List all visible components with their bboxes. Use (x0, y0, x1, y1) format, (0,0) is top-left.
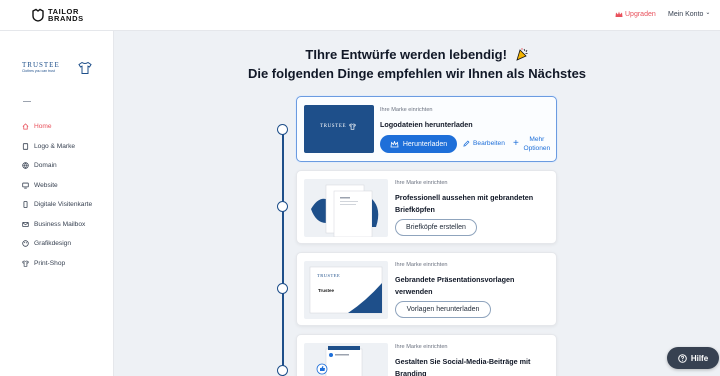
social-preview-graphic (316, 346, 363, 376)
task-card-letterheads: Ihre Marke einrichten Professionell auss… (296, 170, 557, 244)
timeline-step-2 (277, 201, 288, 212)
crown-icon (615, 11, 623, 17)
presentation-preview-graphic (309, 266, 383, 314)
more-options-label: Mehr Optionen (523, 136, 551, 152)
presentation-thumbnail: TRUSTEE Trustee (304, 261, 388, 319)
crown-icon (390, 140, 399, 147)
upgrade-link[interactable]: Upgraden (615, 11, 656, 18)
card-eyebrow: Ihre Marke einrichten (395, 344, 448, 350)
letterhead-preview-graphic (311, 184, 379, 237)
timeline-step-4 (277, 365, 288, 376)
brand-logo[interactable]: TRUSTEE Clothes you can trust (22, 61, 94, 77)
help-label: Hilfe (690, 353, 709, 363)
party-popper-icon (515, 48, 528, 61)
sidebar-item-website[interactable]: Website (22, 176, 92, 196)
create-letterheads-button[interactable]: Briefköpfe erstellen (395, 219, 477, 236)
thumbnail-brand-text: TRUSTEE (317, 273, 341, 278)
edit-link[interactable]: Bearbeiten (463, 140, 505, 147)
task-card-logo-files: TRUSTEE Ihre Marke einrichten Logodateie… (296, 96, 557, 162)
page-subtitle: Die folgenden Dinge empfehlen wir Ihnen … (247, 66, 587, 81)
sidebar-item-label: Domain (34, 162, 57, 170)
document-icon (22, 143, 29, 150)
card-eyebrow: Ihre Marke einrichten (395, 262, 448, 268)
page-title: TIhre Entwürfe werden lebendig! Die folg… (114, 45, 720, 83)
card-eyebrow: Ihre Marke einrichten (395, 180, 448, 186)
sidebar-item-label: Business Mailbox (34, 220, 86, 228)
social-media-thumbnail (304, 343, 388, 376)
sidebar-item-business-mailbox[interactable]: Business Mailbox (22, 215, 92, 235)
timeline-step-3 (277, 283, 288, 294)
sidebar-divider (23, 101, 31, 102)
account-menu[interactable]: Mein Konto ⌄ (668, 10, 711, 18)
home-icon (22, 123, 29, 130)
timeline-line (282, 130, 284, 376)
sidebar-item-grafikdesign[interactable]: Grafikdesign (22, 234, 92, 254)
sidebar-nav: Home Logo & Marke Domain Website Digital… (22, 117, 92, 273)
account-label: Mein Konto (668, 11, 704, 18)
palette-icon (22, 240, 29, 247)
sidebar-item-home[interactable]: Home (22, 117, 92, 137)
thumbnail-brand-text: TRUSTEE (320, 124, 347, 129)
monitor-icon (22, 182, 29, 189)
card-title: Logodateien herunterladen (380, 120, 473, 129)
top-bar: TAILOR BRANDS Upgraden Mein Konto ⌄ (0, 0, 720, 31)
globe-icon (22, 162, 29, 170)
shirt-icon (78, 61, 92, 74)
phone-icon (23, 201, 28, 209)
sidebar-item-label: Logo & Marke (34, 142, 76, 150)
card-eyebrow: Ihre Marke einrichten (380, 107, 433, 113)
chevron-down-icon: ⌄ (705, 10, 711, 16)
timeline-step-1 (277, 124, 288, 135)
shirt-icon (22, 260, 29, 267)
thumbnail-slide-label: Trustee (318, 288, 335, 293)
download-templates-label: Vorlagen herunterladen (406, 306, 480, 313)
logo-thumbnail: TRUSTEE (304, 105, 374, 153)
sidebar: TRUSTEE Clothes you can trust Home Logo … (0, 31, 114, 376)
pencil-icon (463, 140, 470, 147)
upgrade-label: Upgraden (625, 11, 656, 18)
sidebar-item-label: Grafikdesign (34, 240, 72, 248)
task-card-presentation-templates: TRUSTEE Trustee Ihre Marke einrichten Ge… (296, 252, 557, 326)
sidebar-item-domain[interactable]: Domain (22, 156, 92, 176)
download-button[interactable]: Herunterladen (380, 135, 457, 153)
mail-icon (22, 221, 29, 227)
sidebar-item-label: Home (34, 123, 52, 131)
help-button[interactable]: Hilfe (667, 347, 719, 369)
sidebar-item-label: Website (34, 181, 58, 189)
card-title: Gestalten Sie Social-Media-Beiträge mit … (395, 357, 531, 376)
card-title: Gebrandete Präsentationsvorlagen verwend… (395, 275, 515, 296)
sidebar-item-label: Digitale Visitenkarte (34, 201, 93, 209)
page-title-line-1: TIhre Entwürfe werden lebendig! (305, 47, 507, 62)
question-icon (678, 353, 687, 363)
create-letterheads-label: Briefköpfe erstellen (406, 224, 466, 231)
download-button-label: Herunterladen (402, 140, 448, 148)
sidebar-item-label: Print-Shop (34, 259, 66, 267)
more-options-link[interactable]: + Mehr Optionen (513, 135, 552, 153)
shirt-icon (349, 123, 356, 130)
edit-link-label: Bearbeiten (473, 140, 505, 147)
plus-icon: + (513, 138, 519, 149)
logo-line-2: BRANDS (48, 14, 84, 23)
download-templates-button[interactable]: Vorlagen herunterladen (395, 301, 491, 318)
card-title: Professionell aussehen mit gebrandeten B… (395, 193, 534, 214)
sidebar-item-logo-marke[interactable]: Logo & Marke (22, 137, 92, 157)
tailor-brands-logo-icon (32, 8, 44, 22)
task-card-social-media: Ihre Marke einrichten Gestalten Sie Soci… (296, 334, 557, 376)
letterhead-thumbnail (304, 179, 388, 237)
tailor-brands-logo[interactable]: TAILOR BRANDS (31, 8, 84, 22)
sidebar-item-digitale-visitenkarte[interactable]: Digitale Visitenkarte (22, 195, 92, 215)
sidebar-item-print-shop[interactable]: Print-Shop (22, 254, 92, 274)
